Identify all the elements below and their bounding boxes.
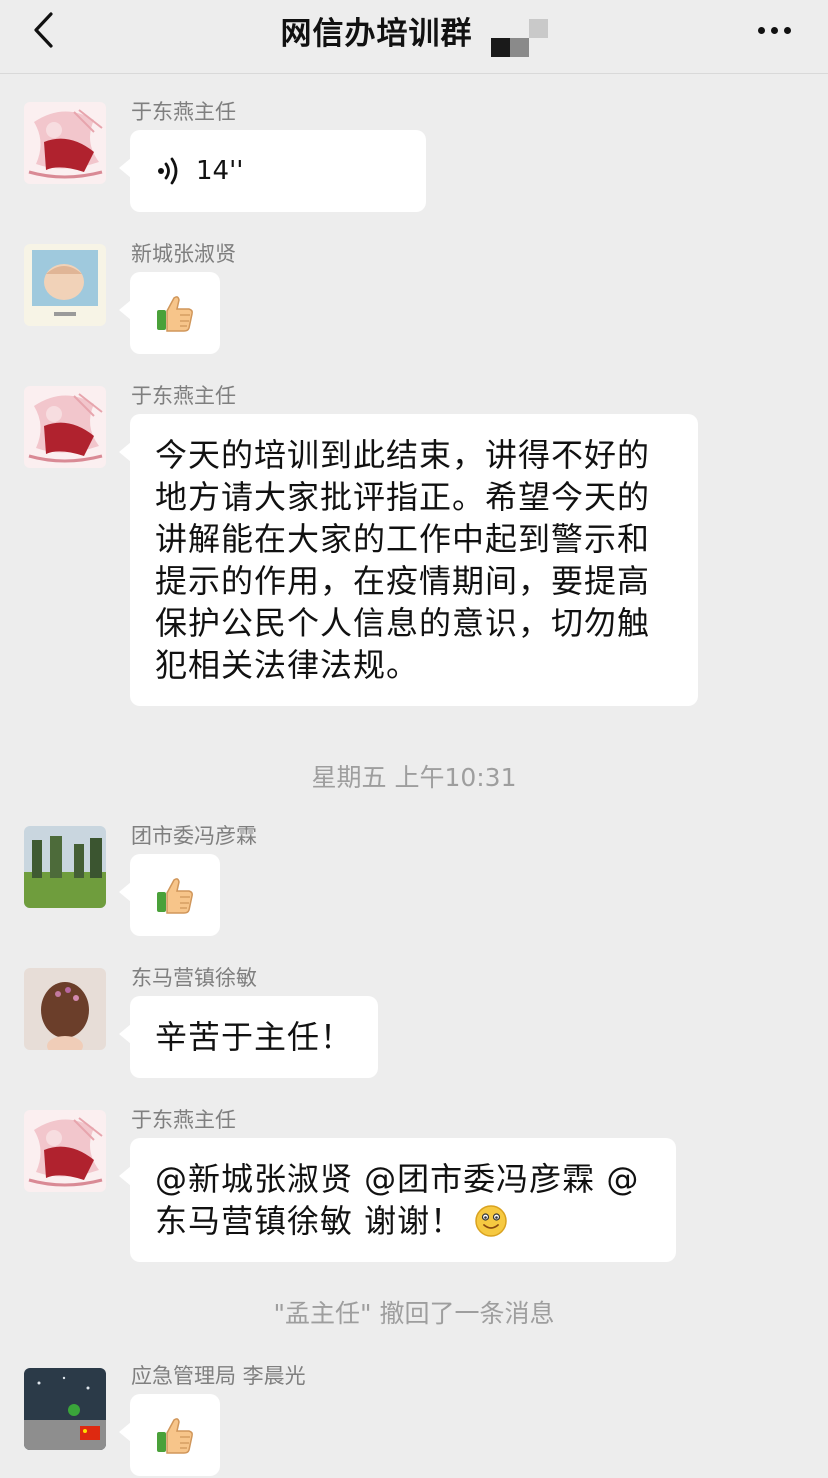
- message-item: 于东燕主任 @新城张淑贤 @团市委冯彦霖 @ 东马营镇徐敏 谢谢！: [0, 1108, 828, 1262]
- message-line: 犯相关法律法规。: [155, 646, 420, 684]
- title-area: 网信办培训群: [0, 8, 828, 57]
- text-message-bubble[interactable]: @新城张淑贤 @团市委冯彦霖 @ 东马营镇徐敏 谢谢！: [119, 1138, 676, 1262]
- voice-wave-icon: [158, 157, 178, 185]
- sender-name: 东马营镇徐敏: [131, 966, 257, 990]
- message-text: 辛苦于主任！: [130, 996, 378, 1078]
- message-item: 团市委冯彦霖: [0, 824, 828, 936]
- message-line: 提示的作用，在疫情期间，要提高: [155, 562, 651, 600]
- message-item: 应急管理局 李晨光: [0, 1364, 828, 1476]
- avatar[interactable]: [24, 826, 106, 908]
- emoji-message-bubble[interactable]: [119, 1394, 220, 1476]
- text-message-bubble[interactable]: 今天的培训到此结束，讲得不好的 地方请大家批评指正。希望今天的 讲解能在大家的工…: [119, 414, 698, 706]
- more-button[interactable]: [752, 12, 796, 48]
- avatar[interactable]: [24, 1110, 106, 1192]
- chat-header: 网信办培训群: [0, 0, 828, 74]
- more-dot: [770, 26, 778, 34]
- text-message-bubble[interactable]: 辛苦于主任！: [119, 996, 378, 1078]
- message-line: 地方请大家批评指正。希望今天的: [155, 478, 651, 516]
- avatar[interactable]: [24, 968, 106, 1050]
- message-text: 今天的培训到此结束，讲得不好的 地方请大家批评指正。希望今天的 讲解能在大家的工…: [130, 414, 698, 706]
- smile-emoji-icon: [475, 1205, 508, 1237]
- avatar[interactable]: [24, 386, 106, 468]
- sender-name: 新城张淑贤: [131, 242, 236, 266]
- sender-name: 于东燕主任: [131, 100, 236, 124]
- avatar-anime-icon: [24, 102, 106, 184]
- chat-title: 网信办培训群: [280, 15, 473, 52]
- avatar-night-icon: [24, 1368, 106, 1450]
- sender-name: 应急管理局 李晨光: [131, 1364, 306, 1388]
- avatar[interactable]: [24, 244, 106, 326]
- message-item: 新城张淑贤: [0, 242, 828, 354]
- message-item: 于东燕主任 14'': [0, 100, 828, 212]
- member-count-mosaic: [490, 19, 548, 57]
- thumbs-up-icon: [157, 1418, 193, 1454]
- avatar-baby-icon: [24, 244, 106, 326]
- recall-notice: "孟主任" 撤回了一条消息: [273, 1299, 555, 1328]
- voice-message-bubble[interactable]: 14'': [119, 130, 426, 212]
- more-dots-icon: [757, 26, 765, 34]
- message-line: 今天的培训到此结束，讲得不好的: [155, 436, 651, 474]
- avatar-hair-icon: [24, 968, 106, 1050]
- sender-name: 团市委冯彦霖: [131, 824, 257, 848]
- avatar[interactable]: [24, 102, 106, 184]
- timestamp: 星期五 上午10:31: [311, 763, 517, 792]
- avatar-anime-icon: [24, 386, 106, 468]
- more-dot: [783, 26, 791, 34]
- avatar[interactable]: [24, 1368, 106, 1450]
- thumbs-up-icon: [157, 878, 193, 914]
- sender-name: 于东燕主任: [131, 384, 236, 408]
- message-item: 东马营镇徐敏 辛苦于主任！: [0, 966, 828, 1078]
- emoji-message-bubble[interactable]: [119, 272, 220, 354]
- thumbs-up-icon: [157, 296, 193, 332]
- message-line: 保护公民个人信息的意识，切勿触: [155, 604, 651, 642]
- emoji-message-bubble[interactable]: [119, 854, 220, 936]
- message-line: 辛苦于主任！: [155, 1018, 354, 1056]
- message-item: 于东燕主任 今天的培训到此结束，讲得不好的 地方请大家批评指正。希望今天的 讲解…: [0, 384, 828, 706]
- message-text: @新城张淑贤 @团市委冯彦霖 @ 东马营镇徐敏 谢谢！: [130, 1138, 676, 1262]
- avatar-anime-icon: [24, 1110, 106, 1192]
- voice-duration: 14'': [196, 156, 244, 186]
- message-line: 东马营镇徐敏 谢谢！: [155, 1202, 464, 1240]
- avatar-park-icon: [24, 826, 106, 908]
- message-line: @新城张淑贤 @团市委冯彦霖 @: [155, 1160, 640, 1198]
- sender-name: 于东燕主任: [131, 1108, 236, 1132]
- message-line: 讲解能在大家的工作中起到警示和: [155, 520, 651, 558]
- message-line-with-emoji: 东马营镇徐敏 谢谢！: [155, 1200, 651, 1242]
